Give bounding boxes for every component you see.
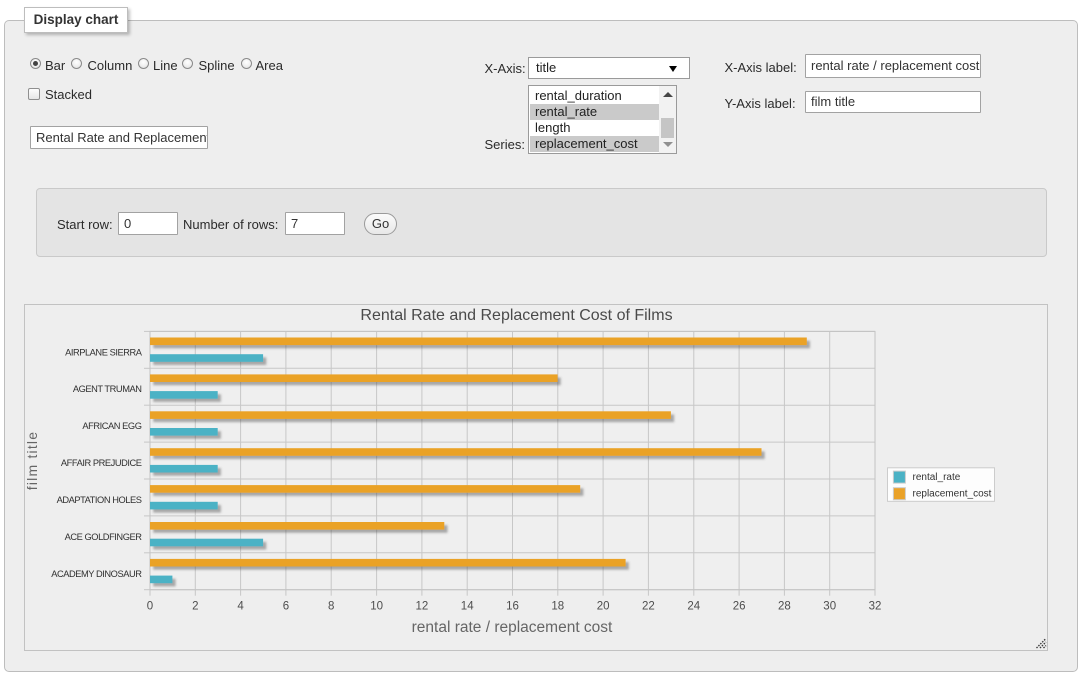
- svg-text:32: 32: [869, 601, 882, 613]
- svg-text:AGENT TRUMAN: AGENT TRUMAN: [73, 384, 142, 394]
- svg-text:AFFAIR PREJUDICE: AFFAIR PREJUDICE: [61, 458, 142, 468]
- svg-text:14: 14: [461, 601, 474, 613]
- svg-text:12: 12: [416, 601, 429, 613]
- svg-text:8: 8: [328, 601, 334, 613]
- svg-text:18: 18: [551, 601, 564, 613]
- svg-text:0: 0: [147, 601, 153, 613]
- svg-text:24: 24: [687, 601, 700, 613]
- svg-text:ACE GOLDFINGER: ACE GOLDFINGER: [65, 532, 143, 542]
- svg-text:AIRPLANE SIERRA: AIRPLANE SIERRA: [65, 347, 143, 357]
- svg-text:film title: film title: [25, 431, 40, 490]
- svg-text:6: 6: [283, 601, 289, 613]
- svg-text:16: 16: [506, 601, 519, 613]
- svg-text:30: 30: [823, 601, 836, 613]
- svg-text:Rental Rate and Replacement Co: Rental Rate and Replacement Cost of Film…: [360, 307, 672, 324]
- svg-text:22: 22: [642, 601, 655, 613]
- svg-text:rental rate / replacement cost: rental rate / replacement cost: [412, 619, 613, 636]
- svg-text:20: 20: [597, 601, 610, 613]
- svg-text:ADAPTATION HOLES: ADAPTATION HOLES: [57, 495, 142, 505]
- svg-text:replacement_cost: replacement_cost: [913, 489, 992, 500]
- svg-text:ACADEMY DINOSAUR: ACADEMY DINOSAUR: [51, 569, 142, 579]
- svg-text:2: 2: [192, 601, 198, 613]
- svg-text:AFRICAN EGG: AFRICAN EGG: [82, 421, 141, 431]
- svg-text:26: 26: [733, 601, 746, 613]
- svg-text:28: 28: [778, 601, 791, 613]
- svg-text:4: 4: [237, 601, 244, 613]
- svg-text:10: 10: [370, 601, 383, 613]
- svg-text:rental_rate: rental_rate: [913, 472, 961, 483]
